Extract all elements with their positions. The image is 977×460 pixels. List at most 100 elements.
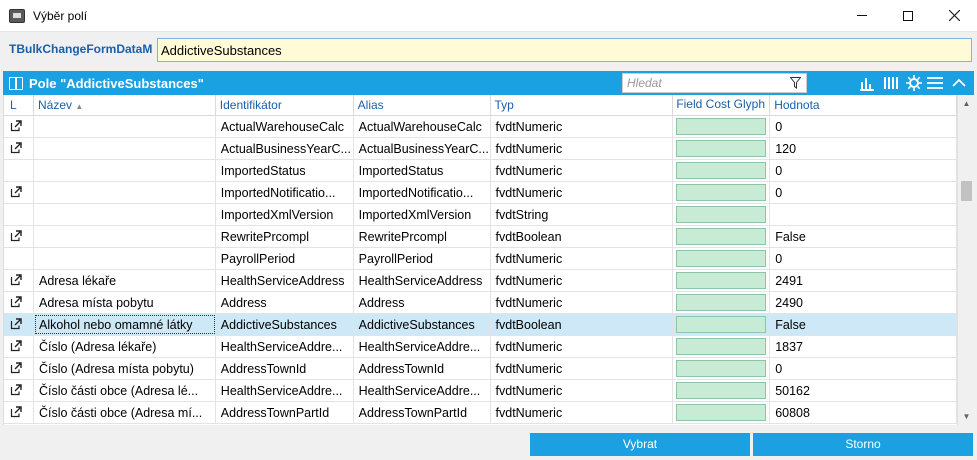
column-header-name[interactable]: Název ▲ <box>34 95 216 115</box>
alias-cell: ImportedNotificatio... <box>354 182 491 203</box>
close-icon <box>948 10 960 21</box>
table-row[interactable]: ImportedXmlVersion ImportedXmlVersion fvdt… <box>4 204 957 226</box>
scroll-down-icon[interactable]: ▼ <box>958 408 975 425</box>
column-header-type[interactable]: Typ <box>491 95 674 115</box>
search-input[interactable]: Hledat <box>622 73 807 93</box>
open-link-icon[interactable] <box>10 318 22 330</box>
table-row[interactable]: Adresa místa pobytu Address Address fvdtNum… <box>4 292 957 314</box>
name-cell <box>34 116 216 137</box>
grid-body: ActualWarehouseCalc ActualWarehouseCalc fv… <box>4 116 957 424</box>
scroll-thumb[interactable] <box>961 181 972 201</box>
field-cost-glyph <box>676 338 767 355</box>
scroll-up-icon[interactable]: ▲ <box>958 95 975 112</box>
table-row[interactable]: ImportedNotificatio... ImportedNotificati… <box>4 182 957 204</box>
value-cell: 0 <box>770 182 957 203</box>
glyph-cell <box>673 402 771 423</box>
value-cell: 1837 <box>770 336 957 357</box>
glyph-cell <box>673 116 771 137</box>
alias-cell: AddressTownPartId <box>354 402 491 423</box>
value-cell: 50162 <box>770 380 957 401</box>
link-cell <box>4 160 34 181</box>
open-link-icon[interactable] <box>10 274 22 286</box>
column-header-glyph[interactable]: Field Cost Glyph <box>673 95 771 115</box>
minimize-button[interactable] <box>839 0 885 31</box>
field-cost-glyph <box>676 382 767 399</box>
gear-icon[interactable] <box>905 74 923 92</box>
link-cell <box>4 116 34 137</box>
name-cell <box>34 226 216 247</box>
glyph-cell <box>673 358 771 379</box>
cancel-button[interactable]: Storno <box>753 433 973 456</box>
value-cell: False <box>770 314 957 335</box>
select-button[interactable]: Vybrat <box>530 433 750 456</box>
column-header-value[interactable]: Hodnota <box>770 95 957 115</box>
grid-header: L Název ▲ Identifikátor Alias Typ Field … <box>4 95 957 116</box>
chart-icon[interactable] <box>858 74 876 92</box>
close-button[interactable] <box>931 0 977 31</box>
table-row[interactable]: Číslo části obce (Adresa mí... AddressTow… <box>4 402 957 424</box>
alias-cell: PayrollPeriod <box>354 248 491 269</box>
table-row[interactable]: ActualBusinessYearC... ActualBusinessYear… <box>4 138 957 160</box>
field-cost-glyph <box>676 404 767 421</box>
alias-cell: HealthServiceAddre... <box>354 336 491 357</box>
open-link-icon[interactable] <box>10 406 22 418</box>
field-cost-glyph <box>676 162 767 179</box>
menu-icon[interactable] <box>926 74 944 92</box>
open-link-icon[interactable] <box>10 340 22 352</box>
minimize-icon <box>857 15 867 16</box>
type-cell: fvdtNumeric <box>491 138 674 159</box>
glyph-cell <box>673 182 771 203</box>
identifier-cell: HealthServiceAddress <box>216 270 354 291</box>
column-header-l[interactable]: L <box>4 95 34 115</box>
value-cell <box>770 204 957 225</box>
identifier-cell: RewritePrcompl <box>216 226 354 247</box>
value-cell: 0 <box>770 248 957 269</box>
field-cost-glyph <box>676 228 767 245</box>
type-cell: fvdtNumeric <box>491 402 674 423</box>
table-row[interactable]: Číslo části obce (Adresa lé... HealthServ… <box>4 380 957 402</box>
table-row[interactable]: Adresa lékaře HealthServiceAddress HealthS… <box>4 270 957 292</box>
alias-cell: ImportedXmlVersion <box>354 204 491 225</box>
open-link-icon[interactable] <box>10 384 22 396</box>
filter-icon[interactable] <box>790 77 801 89</box>
link-cell <box>4 248 34 269</box>
value-cell: 2490 <box>770 292 957 313</box>
open-link-icon[interactable] <box>10 362 22 374</box>
identifier-cell: AddictiveSubstances <box>216 314 354 335</box>
table-row[interactable]: ImportedStatus ImportedStatus fvdtNumeric 0 <box>4 160 957 182</box>
type-cell: fvdtBoolean <box>491 314 674 335</box>
table-row[interactable]: ActualWarehouseCalc ActualWarehouseCalc fv… <box>4 116 957 138</box>
open-link-icon[interactable] <box>10 142 22 154</box>
table-row[interactable]: PayrollPeriod PayrollPeriod fvdtNumeric 0 <box>4 248 957 270</box>
form-row: TBulkChangeFormDataM <box>0 33 977 67</box>
identifier-cell: HealthServiceAddre... <box>216 336 354 357</box>
open-link-icon[interactable] <box>10 120 22 132</box>
name-cell: Číslo (Adresa lékaře) <box>34 336 216 357</box>
glyph-cell <box>673 248 771 269</box>
open-link-icon[interactable] <box>10 186 22 198</box>
identifier-cell: ImportedXmlVersion <box>216 204 354 225</box>
title-bar: Výběr polí <box>0 0 977 32</box>
type-cell: fvdtNumeric <box>491 292 674 313</box>
table-row[interactable]: Číslo (Adresa lékaře) HealthServiceAddre.… <box>4 336 957 358</box>
open-link-icon[interactable] <box>10 296 22 308</box>
alias-cell: ImportedStatus <box>354 160 491 181</box>
column-header-alias[interactable]: Alias <box>354 95 491 115</box>
type-cell: fvdtNumeric <box>491 160 674 181</box>
columns-icon[interactable] <box>882 74 900 92</box>
chevron-up-icon[interactable] <box>950 74 968 92</box>
alias-cell: HealthServiceAddre... <box>354 380 491 401</box>
table-row[interactable]: Číslo (Adresa místa pobytu) AddressTownId… <box>4 358 957 380</box>
table-row[interactable]: Alkohol nebo omamné látky AddictiveSubsta… <box>4 314 957 336</box>
vertical-scrollbar[interactable]: ▲ ▼ <box>957 95 974 425</box>
column-header-identifier[interactable]: Identifikátor <box>216 95 354 115</box>
form-value-field[interactable] <box>157 38 972 62</box>
fields-grid: L Název ▲ Identifikátor Alias Typ Field … <box>3 95 957 425</box>
alias-cell: ActualBusinessYearC... <box>354 138 491 159</box>
link-cell <box>4 358 34 379</box>
alias-cell: Address <box>354 292 491 313</box>
maximize-button[interactable] <box>885 0 931 31</box>
table-row[interactable]: RewritePrcompl RewritePrcompl fvdtBoolean F… <box>4 226 957 248</box>
link-cell <box>4 380 34 401</box>
open-link-icon[interactable] <box>10 230 22 242</box>
